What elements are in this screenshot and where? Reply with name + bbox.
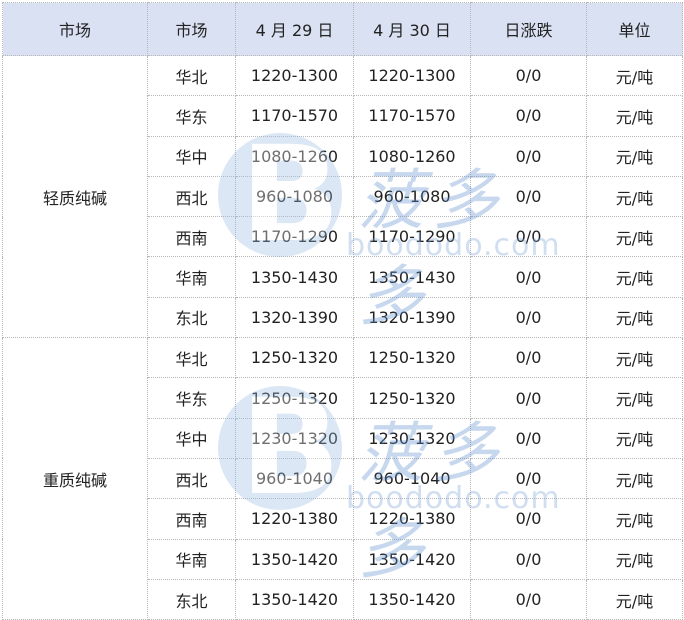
header-cell: 单位 (586, 2, 683, 56)
unit-cell: 元/吨 (586, 216, 683, 258)
apr30-cell: 1230-1320 (353, 417, 471, 459)
unit-cell: 元/吨 (586, 296, 683, 339)
apr30-cell: 1350-1430 (353, 256, 471, 298)
unit-cell: 元/吨 (586, 417, 683, 459)
apr29-cell: 1350-1420 (235, 538, 354, 580)
unit-cell: 元/吨 (586, 498, 683, 540)
apr30-cell: 1220-1380 (353, 498, 471, 540)
apr30-cell: 1320-1390 (353, 296, 471, 339)
apr29-cell: 1220-1300 (235, 54, 354, 97)
change-cell: 0/0 (470, 377, 587, 419)
market-cell: 华东 (147, 95, 236, 137)
header-cell: 日涨跌 (470, 2, 587, 56)
apr30-cell: 1250-1320 (353, 377, 471, 419)
change-cell: 0/0 (470, 538, 587, 580)
market-cell: 华北 (147, 337, 236, 379)
group-label: 轻质纯碱 (2, 54, 148, 339)
market-cell: 西南 (147, 216, 236, 258)
apr29-cell: 1230-1320 (235, 417, 354, 459)
table-row: 重质纯碱 华北 1250-1320 1250-1320 0/0 元/吨 (2, 337, 683, 620)
change-cell: 0/0 (470, 135, 587, 177)
apr29-cell: 960-1040 (235, 457, 354, 500)
unit-cell: 元/吨 (586, 54, 683, 97)
unit-cell: 元/吨 (586, 578, 683, 620)
apr29-cell: 1080-1260 (235, 135, 354, 177)
change-cell: 0/0 (470, 457, 587, 500)
apr30-cell: 1080-1260 (353, 135, 471, 177)
market-cell: 东北 (147, 578, 236, 620)
market-cell: 华东 (147, 377, 236, 419)
apr29-cell: 1350-1430 (235, 256, 354, 298)
apr30-cell: 1170-1290 (353, 216, 471, 258)
change-cell: 0/0 (470, 296, 587, 339)
unit-cell: 元/吨 (586, 256, 683, 298)
change-cell: 0/0 (470, 498, 587, 540)
apr29-cell: 1320-1390 (235, 296, 354, 339)
apr29-cell: 1250-1320 (235, 377, 354, 419)
change-cell: 0/0 (470, 337, 587, 379)
apr30-cell: 1350-1420 (353, 538, 471, 580)
apr29-cell: 1170-1290 (235, 216, 354, 258)
apr30-cell: 960-1080 (353, 175, 471, 218)
apr30-cell: 1350-1420 (353, 578, 471, 620)
change-cell: 0/0 (470, 256, 587, 298)
group-label: 重质纯碱 (2, 337, 148, 620)
apr29-cell: 1250-1320 (235, 337, 354, 379)
market-cell: 东北 (147, 296, 236, 339)
table-row: 轻质纯碱 华北 1220-1300 1220-1300 0/0 元/吨 (2, 54, 683, 339)
apr29-cell: 1220-1380 (235, 498, 354, 540)
apr30-cell: 1170-1570 (353, 95, 471, 137)
market-cell: 华中 (147, 135, 236, 177)
change-cell: 0/0 (470, 95, 587, 137)
apr29-cell: 1350-1420 (235, 578, 354, 620)
change-cell: 0/0 (470, 216, 587, 258)
header-row: 市场 市场 4 月 29 日 4 月 30 日 日涨跌 单位 (2, 2, 683, 56)
header-cell: 市场 (147, 2, 236, 56)
change-cell: 0/0 (470, 54, 587, 97)
apr30-cell: 1220-1300 (353, 54, 471, 97)
market-cell: 华南 (147, 538, 236, 580)
change-cell: 0/0 (470, 175, 587, 218)
market-cell: 西北 (147, 457, 236, 500)
apr30-cell: 960-1040 (353, 457, 471, 500)
unit-cell: 元/吨 (586, 175, 683, 218)
price-table: 市场 市场 4 月 29 日 4 月 30 日 日涨跌 单位 轻质纯碱 华北 122… (2, 2, 683, 620)
unit-cell: 元/吨 (586, 538, 683, 580)
market-cell: 西南 (147, 498, 236, 540)
change-cell: 0/0 (470, 417, 587, 459)
unit-cell: 元/吨 (586, 377, 683, 419)
market-cell: 西北 (147, 175, 236, 218)
header-cell: 4 月 30 日 (353, 2, 471, 56)
unit-cell: 元/吨 (586, 337, 683, 379)
market-cell: 华中 (147, 417, 236, 459)
unit-cell: 元/吨 (586, 457, 683, 500)
apr30-cell: 1250-1320 (353, 337, 471, 379)
unit-cell: 元/吨 (586, 135, 683, 177)
table-body: 轻质纯碱 华北 1220-1300 1220-1300 0/0 元/吨 华东 1170-157… (2, 54, 683, 620)
header-cell: 市场 (2, 2, 148, 56)
apr29-cell: 960-1080 (235, 175, 354, 218)
market-cell: 华南 (147, 256, 236, 298)
change-cell: 0/0 (470, 578, 587, 620)
header-cell: 4 月 29 日 (235, 2, 354, 56)
market-cell: 华北 (147, 54, 236, 97)
unit-cell: 元/吨 (586, 95, 683, 137)
apr29-cell: 1170-1570 (235, 95, 354, 137)
